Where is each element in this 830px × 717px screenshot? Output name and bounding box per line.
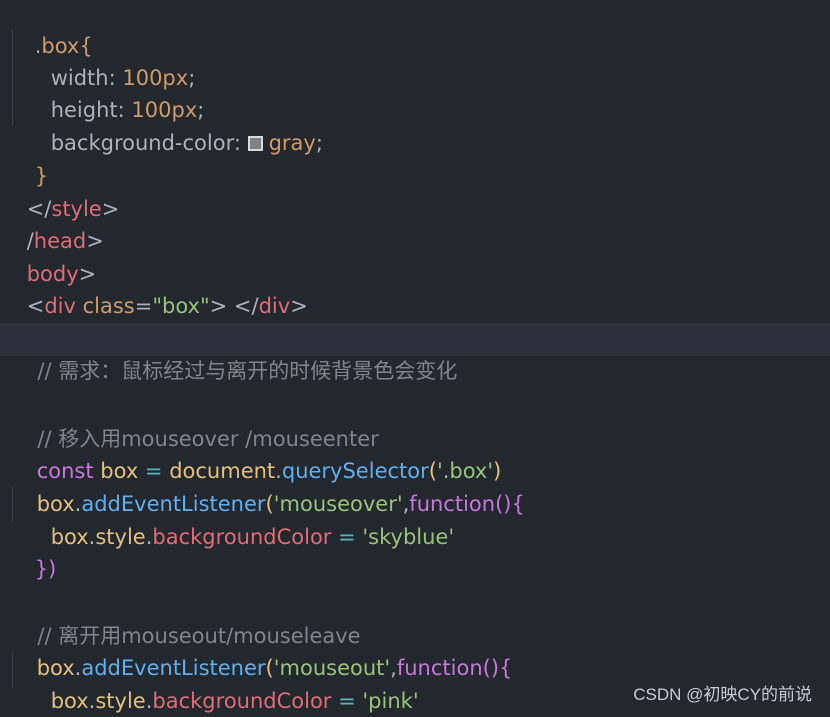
tag-bracket: > [101, 197, 120, 221]
code-line-20: box.addEventListener('mouseout',function… [10, 620, 513, 680]
string: 'pink' [362, 689, 419, 713]
code-line-6: </style> [0, 161, 120, 221]
code-line-19: // 离开用mouseout/mouseleave [4, 588, 360, 648]
semicolon: ; [315, 131, 323, 155]
csdn-watermark: CSDN @初映CY的前说 [633, 685, 812, 704]
code-editor[interactable]: .box{ width: 100px; height: 100px; backg… [0, 0, 830, 717]
variable: box [50, 525, 89, 549]
code-line-15: box.addEventListener('mouseover',functio… [10, 456, 525, 516]
closing-brace: }) [34, 557, 57, 581]
property: style [95, 689, 146, 713]
property: backgroundColor [152, 689, 332, 713]
code-line-14: const box = document.querySelector('.box… [10, 423, 502, 483]
code-line-10: <script> [0, 291, 121, 351]
code-line-21: box.style.backgroundColor = 'pink' [24, 653, 419, 713]
code-line-7: /head> [0, 193, 104, 253]
css-property: background-color: [50, 131, 248, 155]
code-line-5: } [8, 128, 48, 188]
paren: (){ [495, 492, 525, 516]
code-line-13: // 移入用mouseover /mouseenter [4, 391, 378, 451]
equals: = [134, 294, 153, 318]
code-line-17: }) [8, 521, 57, 581]
code-line-22: }) [8, 685, 56, 717]
code-line-1: .box{ [8, 0, 93, 58]
property: backgroundColor [152, 525, 332, 549]
attr-value: "box" [152, 294, 210, 318]
variable: box [50, 689, 89, 713]
property: style [95, 525, 146, 549]
code-line-16: box.style.backgroundColor = 'skyblue' [24, 489, 454, 549]
code-line-8: body> [0, 226, 97, 286]
tag-bracket: > [290, 294, 308, 318]
code-line-4: background-color: gray; [24, 95, 323, 155]
operator: = [331, 689, 363, 713]
color-swatch-icon[interactable] [247, 136, 263, 151]
paren: (){ [482, 656, 513, 680]
tag-name: div [258, 294, 291, 318]
comment: // 需求：鼠标经过与离开的时候背景色会变化 [30, 359, 458, 383]
operator: = [331, 525, 363, 549]
code-line-2: width: 100px; [24, 30, 196, 90]
code-line-11-current: // 需求：鼠标经过与离开的时候背景色会变化 [0, 323, 830, 383]
tag-bracket: > [209, 294, 228, 318]
string: 'skyblue' [362, 525, 455, 549]
css-value: gray [268, 131, 316, 155]
tag-bracket: </ [227, 294, 259, 318]
code-line-3: height: 100px; [24, 62, 205, 122]
code-line-9: <div class="box"> </div> [0, 258, 308, 318]
